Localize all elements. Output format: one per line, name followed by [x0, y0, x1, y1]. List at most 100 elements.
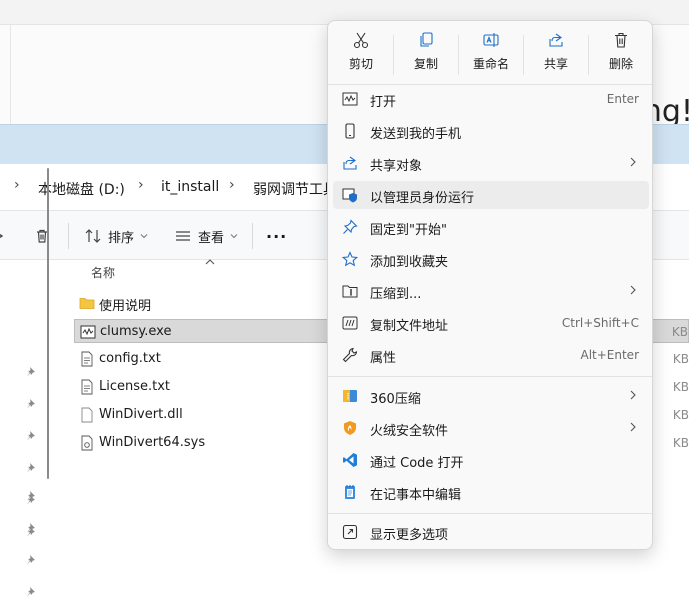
- text-file-icon: [81, 379, 93, 395]
- menu-item-label: 发送到我的手机: [370, 127, 462, 142]
- menu-item-label: 添加到收藏夹: [370, 255, 449, 270]
- menu-item-label: 压缩到...: [370, 287, 422, 302]
- view-button[interactable]: 查看: [174, 223, 238, 249]
- chevron-right-icon: [630, 390, 636, 400]
- text-file-icon: [81, 351, 93, 367]
- chevron-right-icon: [630, 422, 636, 432]
- pin-icon: [27, 463, 35, 473]
- zip-folder-icon: [342, 285, 358, 298]
- phone-icon: [345, 123, 355, 139]
- share-icon: [549, 33, 563, 47]
- share-button[interactable]: 共享: [524, 31, 588, 81]
- file-name: License.txt: [99, 379, 171, 394]
- menu-item-label: 共享对象: [370, 159, 423, 174]
- copy-path-icon: [342, 316, 358, 330]
- rename-button[interactable]: 重命名: [459, 31, 523, 81]
- pin-icon: [27, 527, 35, 537]
- star-icon: [342, 251, 358, 267]
- breadcrumb-chevron-icon: ›: [14, 177, 20, 193]
- menu-separator: [328, 513, 654, 514]
- breadcrumb-item-drive[interactable]: 本地磁盘 (D:): [38, 179, 125, 199]
- menu-item-shortcut: Alt+Enter: [580, 348, 639, 362]
- clumsy-app-icon: [80, 325, 96, 339]
- pin-icon: [27, 431, 35, 441]
- view-label: 查看: [198, 230, 225, 246]
- sort-label: 排序: [108, 230, 135, 246]
- share-label: 共享: [543, 57, 568, 71]
- chevron-right-icon: [630, 157, 636, 167]
- system-file-icon: [81, 435, 93, 451]
- share-icon: [343, 156, 357, 170]
- sort-up-icon: [205, 258, 215, 269]
- more-options-button[interactable]: ···: [266, 223, 287, 249]
- menu-item-label: 通过 Code 打开: [370, 456, 464, 471]
- cut-label: 剪切: [348, 57, 373, 71]
- rename-icon: [483, 33, 499, 47]
- copy-button[interactable]: 复制: [394, 31, 458, 81]
- breadcrumb-item-it-install[interactable]: it_install: [161, 179, 219, 195]
- file-name: clumsy.exe: [100, 324, 172, 339]
- context-menu: 剪切 复制 重命名 共享 删除 打开 Enter 发送到我的手机 共享对象 以管…: [327, 20, 654, 550]
- menu-item-label: 显示更多选项: [370, 528, 449, 543]
- menu-item-properties[interactable]: 属性 Alt+Enter: [333, 341, 649, 369]
- menu-item-compress-to[interactable]: 压缩到...: [333, 277, 649, 305]
- file-size: KB: [672, 408, 689, 422]
- menu-item-label: 以管理员身份运行: [370, 191, 475, 206]
- pin-icon: [27, 495, 35, 505]
- menu-item-run-as-admin[interactable]: 以管理员身份运行: [333, 181, 649, 209]
- menu-item-label: 在记事本中编辑: [370, 488, 462, 503]
- delete-menu-button[interactable]: 删除: [589, 31, 653, 81]
- menu-item-360-zip[interactable]: 360压缩: [333, 382, 649, 410]
- menu-item-label: 火绒安全软件: [370, 424, 449, 439]
- pin-icon: [343, 219, 358, 234]
- open-app-icon: [342, 92, 358, 106]
- menu-item-label: 360压缩: [370, 392, 421, 407]
- pin-icon: [27, 367, 35, 377]
- folder-icon: [79, 298, 95, 309]
- menu-separator: [328, 376, 654, 377]
- chevron-down-icon: [140, 234, 148, 239]
- pin-icon: [27, 399, 35, 409]
- vscode-icon: [343, 453, 357, 467]
- menu-item-shortcut: Enter: [606, 92, 639, 106]
- breadcrumb-item-folder[interactable]: 弱网调节工具: [253, 179, 327, 199]
- wrench-icon: [342, 347, 358, 363]
- breadcrumb-chevron-icon: ›: [138, 177, 144, 193]
- context-menu-quick-actions: 剪切 复制 重命名 共享 删除: [328, 21, 654, 83]
- shield-admin-icon: [342, 188, 357, 203]
- sort-button[interactable]: 排序: [84, 223, 148, 249]
- menu-item-label: 打开: [370, 95, 397, 110]
- pin-icon: [27, 555, 35, 565]
- copy-label: 复制: [413, 57, 438, 71]
- rename-label: 重命名: [472, 57, 509, 71]
- menu-item-copy-path[interactable]: 复制文件地址 Ctrl+Shift+C: [333, 309, 649, 337]
- file-size: KB: [672, 436, 689, 450]
- menu-item-edit-in-notepad[interactable]: 在记事本中编辑: [333, 478, 649, 506]
- column-header-name[interactable]: 名称: [91, 264, 115, 281]
- delete-label: 删除: [608, 57, 633, 71]
- more-options-icon: [342, 524, 358, 540]
- menu-item-label: 固定到"开始": [370, 223, 447, 238]
- cut-button[interactable]: 剪切: [329, 31, 393, 81]
- breadcrumb-chevron-icon: ›: [229, 177, 235, 193]
- toolbar-divider: [68, 223, 69, 249]
- navigation-scrollbar[interactable]: [47, 168, 49, 479]
- menu-item-label: 复制文件地址: [370, 319, 449, 334]
- notepad-icon: [345, 485, 355, 499]
- menu-item-share[interactable]: 共享对象: [333, 149, 649, 177]
- menu-item-send-to-phone[interactable]: 发送到我的手机: [333, 117, 649, 145]
- share-toolbar-icon[interactable]: [0, 223, 6, 249]
- file-name: 使用说明: [99, 299, 152, 314]
- view-list-icon: [176, 231, 190, 241]
- file-name: config.txt: [99, 351, 161, 366]
- menu-item-open-with-code[interactable]: 通过 Code 打开: [333, 446, 649, 474]
- menu-item-huorong[interactable]: 火绒安全软件: [333, 414, 649, 442]
- menu-item-add-to-favorites[interactable]: 添加到收藏夹: [333, 245, 649, 273]
- menu-item-shortcut: Ctrl+Shift+C: [561, 316, 639, 330]
- menu-item-show-more-options[interactable]: 显示更多选项: [333, 518, 649, 546]
- menu-item-pin-to-start[interactable]: 固定到"开始": [333, 213, 649, 241]
- toolbar-divider: [252, 223, 253, 249]
- menu-item-open[interactable]: 打开 Enter: [333, 85, 649, 113]
- sort-icon: [85, 229, 101, 243]
- scissors-icon: [353, 32, 369, 49]
